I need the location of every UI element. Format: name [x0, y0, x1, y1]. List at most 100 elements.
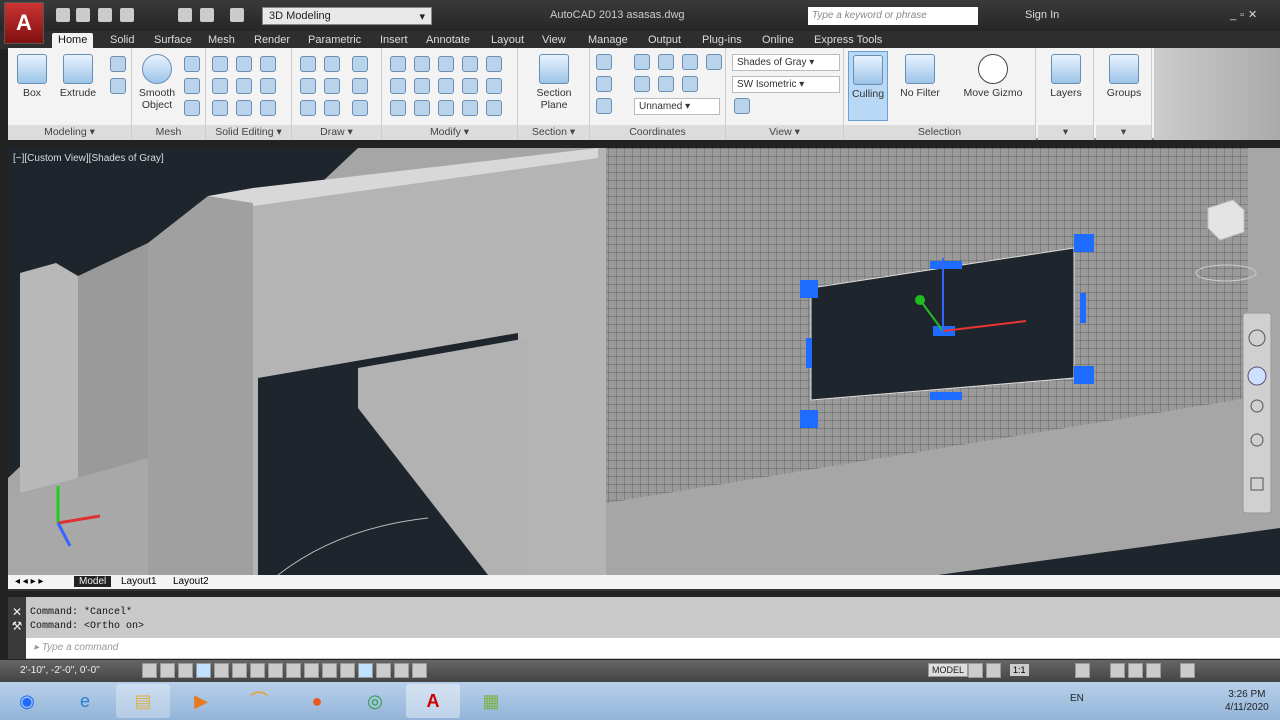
excel-icon[interactable]: ▦ [464, 684, 518, 718]
file-explorer-icon[interactable]: ▤ [116, 684, 170, 718]
selection-panel-label[interactable]: Selection [844, 125, 1035, 140]
coordinates-panel-label[interactable]: Coordinates [590, 125, 725, 140]
close-icon[interactable]: ✕ [8, 605, 26, 619]
draw-panel-label[interactable]: Draw ▾ [292, 125, 381, 140]
otrack-toggle[interactable] [268, 663, 283, 678]
box-button[interactable]: Box [12, 54, 52, 99]
tab-nav-arrows[interactable]: ◂ ◂ ▸ ▸ [10, 576, 48, 587]
app-icon[interactable]: ⌒ [232, 684, 286, 718]
selection-cycling-toggle[interactable] [376, 663, 391, 678]
workspace-switching-icon[interactable] [1075, 663, 1090, 678]
tab-render[interactable]: Render [248, 33, 296, 47]
snap-toggle[interactable] [160, 663, 175, 678]
tab-layout[interactable]: Layout [485, 33, 530, 47]
layers-panel-label[interactable]: ▾ [1038, 125, 1093, 140]
language-indicator[interactable]: EN [1070, 693, 1084, 704]
quick-properties-toggle[interactable] [358, 663, 373, 678]
window-controls[interactable]: _▫✕ [1230, 8, 1261, 21]
no-filter-button[interactable]: No Filter [896, 54, 944, 99]
autocad-taskbar-icon[interactable]: A [406, 684, 460, 718]
open-icon[interactable] [76, 8, 90, 22]
mesh-tool-icon[interactable] [184, 78, 200, 94]
modeling-panel-label[interactable]: Modeling ▾ [8, 125, 131, 140]
transparency-toggle[interactable] [340, 663, 355, 678]
polar-toggle[interactable] [214, 663, 229, 678]
tab-plugins[interactable]: Plug-ins [696, 33, 748, 47]
ortho-toggle[interactable] [196, 663, 211, 678]
wrench-icon[interactable]: ⚒ [8, 619, 26, 633]
groups-panel-label[interactable]: ▾ [1096, 125, 1151, 140]
firefox-icon[interactable]: ● [290, 684, 344, 718]
application-menu-button[interactable]: A [4, 2, 44, 44]
3d-osnap-toggle[interactable] [250, 663, 265, 678]
solid-editing-panel-label[interactable]: Solid Editing ▾ [206, 125, 291, 140]
mesh-tool-icon[interactable] [184, 100, 200, 116]
undo-icon[interactable] [200, 8, 214, 22]
media-player-icon[interactable]: ▶ [174, 684, 228, 718]
search-input[interactable]: Type a keyword or phrase [808, 7, 978, 25]
mesh-tool-icon[interactable] [184, 56, 200, 72]
new-icon[interactable] [56, 8, 70, 22]
tab-layout1[interactable]: Layout1 [116, 576, 162, 587]
tab-manage[interactable]: Manage [582, 33, 634, 47]
drawing-viewport[interactable]: [−][Custom View][Shades of Gray] [8, 148, 1280, 575]
groups-button[interactable]: Groups [1102, 54, 1146, 99]
tab-mesh[interactable]: Mesh [202, 33, 241, 47]
isolate-objects-icon[interactable] [1146, 663, 1161, 678]
redo-icon[interactable] [230, 8, 244, 22]
sweep-icon[interactable] [110, 78, 126, 94]
section-plane-button[interactable]: Section Plane [532, 54, 576, 111]
tab-layout2[interactable]: Layout2 [168, 576, 214, 587]
chrome-icon[interactable]: ◎ [348, 684, 402, 718]
annotation-scale-dropdown[interactable]: 1:1 [1010, 664, 1029, 676]
hardware-acceleration-icon[interactable] [1128, 663, 1143, 678]
section-panel-label[interactable]: Section ▾ [518, 125, 589, 140]
start-button[interactable]: ◉ [0, 684, 54, 718]
quick-view-layouts-icon[interactable] [968, 663, 983, 678]
tab-model[interactable]: Model [74, 576, 112, 587]
grid-toggle[interactable] [178, 663, 193, 678]
plot-icon[interactable] [178, 8, 192, 22]
save-as-icon[interactable] [120, 8, 134, 22]
tab-express-tools[interactable]: Express Tools [808, 33, 888, 47]
lineweight-toggle[interactable] [322, 663, 337, 678]
clean-screen-icon[interactable] [1180, 663, 1195, 678]
model-space-button[interactable]: MODEL [928, 663, 969, 677]
tab-online[interactable]: Online [756, 33, 800, 47]
ucs-dropdown[interactable]: Unnamed ▾ [634, 98, 720, 115]
dyn-toggle[interactable] [304, 663, 319, 678]
annotation-monitor-toggle[interactable] [394, 663, 409, 678]
tab-surface[interactable]: Surface [148, 33, 198, 47]
sign-in-button[interactable]: Sign In [1025, 9, 1059, 21]
save-icon[interactable] [98, 8, 112, 22]
command-input[interactable]: ▸ Type a command [26, 638, 1280, 658]
tab-insert[interactable]: Insert [374, 33, 414, 47]
extrude-button[interactable]: Extrude [56, 54, 100, 99]
view-panel-label[interactable]: View ▾ [726, 125, 843, 140]
viewport-config-icon[interactable] [734, 98, 750, 114]
tab-parametric[interactable]: Parametric [302, 33, 367, 47]
tab-home[interactable]: Home [52, 33, 94, 49]
osnap-toggle[interactable] [232, 663, 247, 678]
system-clock[interactable]: 3:26 PM 4/11/2020 [1225, 688, 1269, 714]
layers-button[interactable]: Layers [1044, 54, 1088, 99]
ducs-toggle[interactable] [286, 663, 301, 678]
modify-panel-label[interactable]: Modify ▾ [382, 125, 517, 140]
lock-icon[interactable] [1110, 663, 1125, 678]
gizmo-toggle[interactable] [412, 663, 427, 678]
internet-explorer-icon[interactable]: e [58, 684, 112, 718]
mesh-panel-label[interactable]: Mesh [132, 125, 205, 140]
command-window-handle[interactable]: ✕ ⚒ [8, 597, 26, 659]
smooth-object-button[interactable]: Smooth Object [136, 54, 178, 111]
workspace-dropdown[interactable]: 3D Modeling ▾ [262, 7, 432, 25]
presspull-icon[interactable] [110, 56, 126, 72]
move-gizmo-button[interactable]: Move Gizmo [956, 54, 1030, 99]
tab-annotate[interactable]: Annotate [420, 33, 476, 47]
tab-view[interactable]: View [536, 33, 572, 47]
culling-button[interactable]: Culling [848, 51, 888, 121]
view-direction-dropdown[interactable]: SW Isometric ▾ [732, 76, 840, 93]
tab-output[interactable]: Output [642, 33, 687, 47]
viewport-label[interactable]: [−][Custom View][Shades of Gray] [13, 153, 164, 164]
quick-view-drawings-icon[interactable] [986, 663, 1001, 678]
visual-style-dropdown[interactable]: Shades of Gray ▾ [732, 54, 840, 71]
